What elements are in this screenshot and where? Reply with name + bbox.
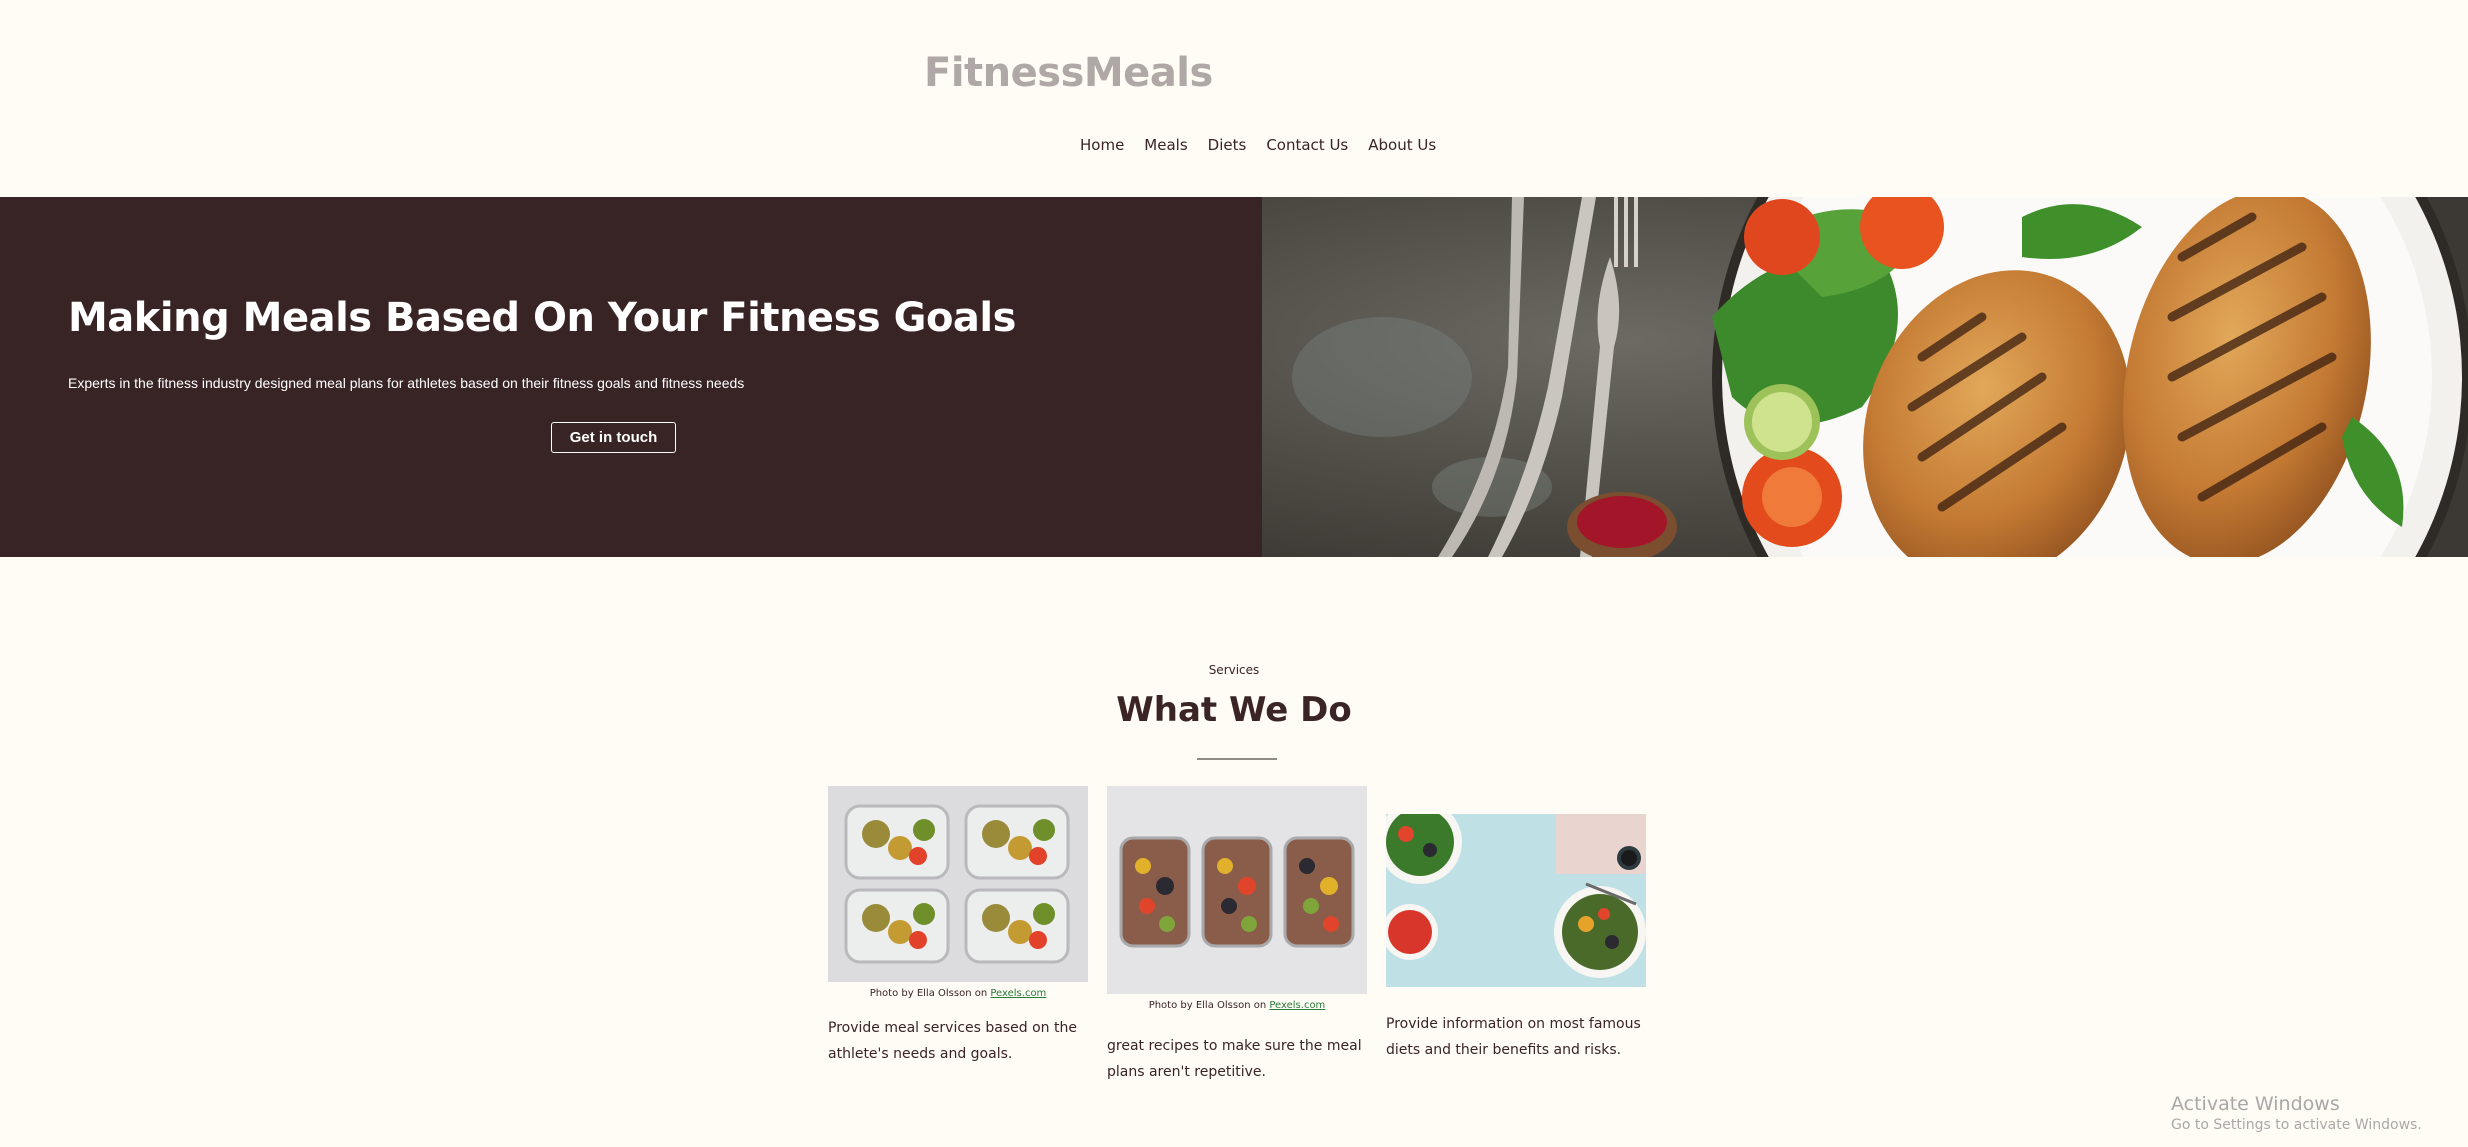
- grain-bowl-image: [1107, 786, 1367, 994]
- section-divider: [1197, 758, 1277, 760]
- photo-credit: Photo by Ella Olsson on Pexels.com: [828, 988, 1088, 999]
- hero-title: Making Meals Based On Your Fitness Goals: [68, 295, 1016, 341]
- hero-section: Making Meals Based On Your Fitness Goals…: [0, 197, 2468, 557]
- activate-windows-watermark: Activate Windows Go to Settings to activ…: [2171, 1093, 2422, 1133]
- hero-panel: Making Meals Based On Your Fitness Goals…: [0, 197, 1262, 557]
- watermark-title: Activate Windows: [2171, 1093, 2340, 1115]
- hero-description: Experts in the fitness industry designed…: [68, 375, 745, 391]
- services-eyebrow: Services: [1208, 663, 1260, 677]
- service-card-diets-info: Provide information on most famous diets…: [1386, 814, 1646, 1063]
- nav-link-diets[interactable]: Diets: [1208, 136, 1247, 154]
- site-header: FitnessMeals Home Meals Diets Contact Us…: [0, 0, 2468, 197]
- nav-link-contact-us[interactable]: Contact Us: [1266, 136, 1348, 154]
- salad-bowls-photo: [1386, 814, 1646, 987]
- grilled-chicken-salad-photo: [1262, 197, 2468, 557]
- service-description: Provide information on most famous diets…: [1386, 1016, 1641, 1058]
- nav-link-home[interactable]: Home: [1080, 136, 1124, 154]
- pexels-link[interactable]: Pexels.com: [990, 988, 1046, 999]
- services-title: What We Do: [1116, 690, 1352, 730]
- photo-credit: Photo by Ella Olsson on Pexels.com: [1107, 1000, 1367, 1011]
- service-card-recipes: Photo by Ella Olsson on Pexels.com great…: [1107, 786, 1367, 1085]
- photo-credit-text: Photo by Ella Olsson on: [1148, 1000, 1270, 1011]
- meal-prep-containers-photo: [828, 786, 1088, 982]
- pexels-link[interactable]: Pexels.com: [1269, 1000, 1325, 1011]
- watermark-subtitle: Go to Settings to activate Windows.: [2171, 1117, 2422, 1133]
- nav-link-meals[interactable]: Meals: [1144, 136, 1187, 154]
- meal-prep-image: [828, 786, 1088, 982]
- service-description: Provide meal services based on the athle…: [828, 1020, 1077, 1062]
- photo-credit-text: Photo by Ella Olsson on: [869, 988, 991, 999]
- salad-bowls-image: [1386, 814, 1646, 987]
- main-nav: Home Meals Diets Contact Us About Us: [1080, 136, 1436, 154]
- service-card-meal-services: Photo by Ella Olsson on Pexels.com Provi…: [828, 786, 1088, 1067]
- nav-link-about-us[interactable]: About Us: [1368, 136, 1436, 154]
- get-in-touch-button[interactable]: Get in touch: [551, 422, 676, 453]
- site-logo[interactable]: FitnessMeals: [924, 50, 1213, 96]
- hero-food-image: [1262, 197, 2468, 557]
- service-description: great recipes to make sure the meal plan…: [1107, 1038, 1362, 1080]
- grain-bowl-containers-photo: [1107, 786, 1367, 994]
